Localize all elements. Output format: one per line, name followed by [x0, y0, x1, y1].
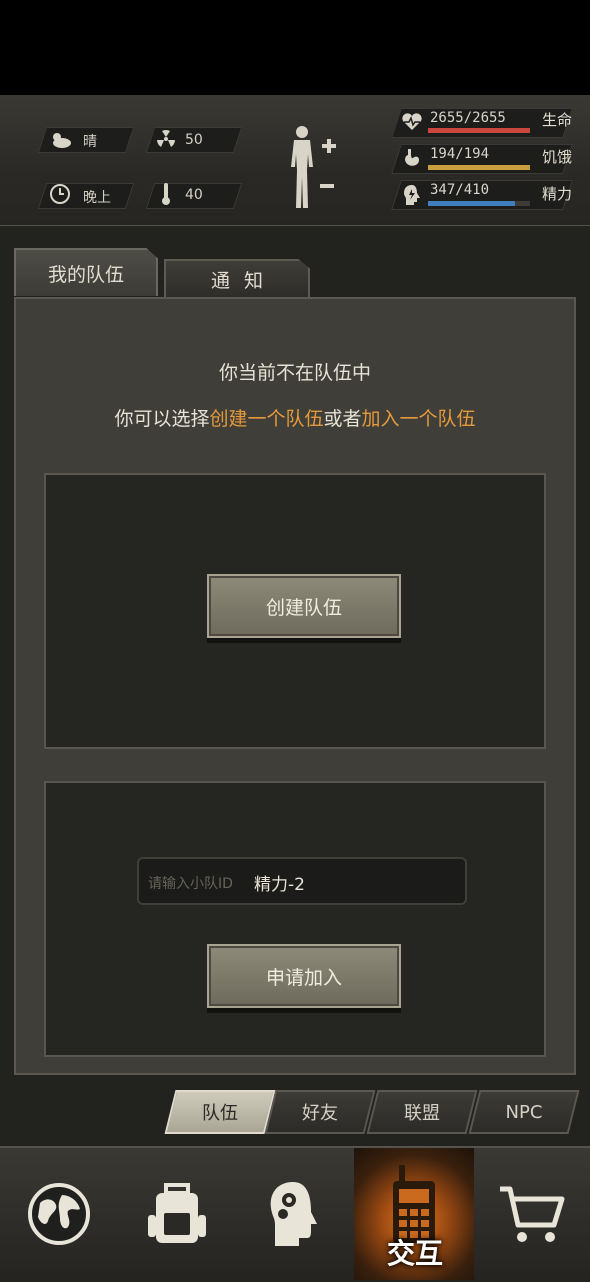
hunger-label: 饥饿	[542, 148, 573, 166]
team-id-placeholder: 请输入小队ID	[148, 876, 233, 892]
radiation-value: 50	[185, 132, 203, 148]
team-id-value: 精力-2	[254, 875, 305, 895]
create-team-button-label: 创建队伍	[265, 596, 342, 619]
life-label: 生命	[542, 111, 573, 129]
join-team-box	[44, 781, 546, 1057]
choose-prefix: 你可以选择	[114, 408, 210, 430]
tab-my-team[interactable]: 我的队伍	[14, 248, 158, 296]
heart-pulse-icon	[400, 110, 424, 134]
create-team-button[interactable]: 创建队伍	[207, 574, 401, 638]
hunger-text: 194/194	[430, 146, 490, 162]
nav-skills[interactable]	[236, 1148, 354, 1280]
energy-text: 347/410	[430, 182, 490, 198]
choose-message: 你可以选择创建一个队伍或者加入一个队伍	[0, 404, 590, 431]
subtab-alliance[interactable]: 联盟	[372, 1090, 472, 1134]
top-black-area	[0, 0, 590, 95]
subtab-friends[interactable]: 好友	[270, 1090, 370, 1134]
tab-notice[interactable]: 通知	[164, 259, 310, 297]
team-id-input[interactable]: 请输入小队ID 精力-2	[137, 857, 467, 905]
radiation-icon	[154, 127, 178, 151]
nav-interact-label: 交互	[386, 1237, 443, 1270]
energy-label: 精力	[542, 185, 573, 203]
life-bar	[428, 128, 530, 133]
subtab-team[interactable]: 队伍	[170, 1090, 270, 1134]
apply-join-button-label: 申请加入	[265, 966, 342, 989]
weather-cloud-sun-icon	[48, 127, 72, 151]
nav-map[interactable]	[0, 1148, 118, 1280]
tab-my-team-label: 我的队伍	[47, 263, 124, 286]
thermometer-icon	[154, 182, 178, 206]
character-body-icon[interactable]	[282, 122, 352, 212]
weather-text: 晴	[83, 134, 97, 150]
hunger-bar	[428, 165, 530, 170]
tab-notice-label: 通知	[210, 269, 277, 292]
head-lightning-icon	[400, 183, 424, 207]
nav-shop[interactable]	[474, 1148, 590, 1280]
temperature-value: 40	[185, 187, 203, 203]
shopping-cart-icon	[500, 1186, 565, 1242]
choose-or: 或者	[323, 408, 362, 430]
subtab-npc[interactable]: NPC	[474, 1090, 574, 1134]
backpack-icon	[148, 1183, 206, 1243]
stomach-icon	[400, 146, 424, 170]
energy-bar	[428, 201, 530, 206]
life-text: 2655/2655	[430, 110, 506, 126]
not-in-team-message: 你当前不在队伍中	[218, 362, 371, 384]
globe-icon	[28, 1183, 90, 1245]
create-team-link[interactable]: 创建一个队伍	[209, 408, 323, 430]
time-text: 晚上	[83, 190, 111, 206]
head-gears-icon	[270, 1182, 317, 1246]
apply-join-button[interactable]: 申请加入	[207, 944, 401, 1008]
clock-icon	[48, 182, 72, 206]
nav-backpack[interactable]	[118, 1148, 236, 1280]
join-team-link[interactable]: 加入一个队伍	[362, 408, 476, 430]
